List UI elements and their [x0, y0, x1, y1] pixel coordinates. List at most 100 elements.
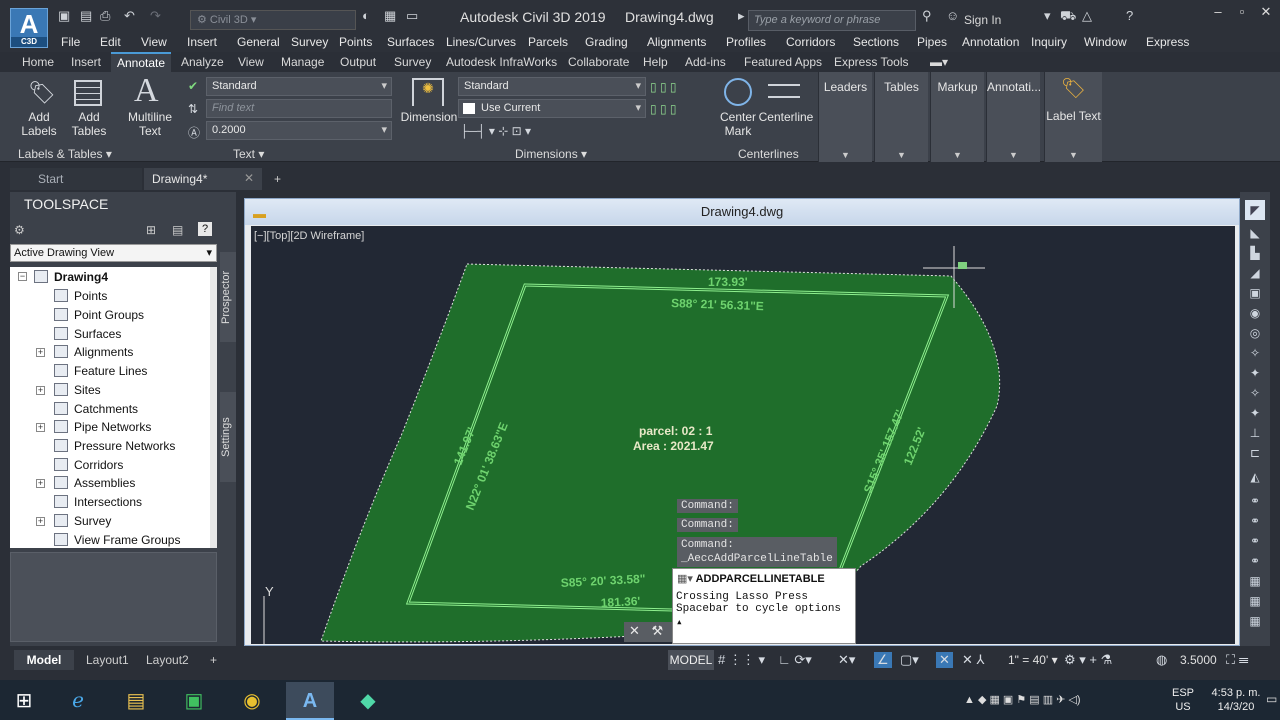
- clock[interactable]: 4:53 p. m. 14/3/20: [1208, 686, 1264, 714]
- panel-text[interactable]: Text ▾: [233, 147, 264, 161]
- tree-scrollbar[interactable]: [210, 267, 217, 548]
- expand-search-icon[interactable]: ▸: [738, 8, 745, 28]
- dim-layer-dropdown[interactable]: Use Current: [458, 99, 646, 118]
- print-icon[interactable]: ⎙: [100, 8, 110, 28]
- undo-icon[interactable]: ↶: [124, 8, 135, 28]
- tree-item-assemblies[interactable]: Assemblies: [54, 476, 135, 490]
- tree-item-corridors[interactable]: Corridors: [54, 458, 123, 472]
- tool-icon[interactable]: ◉: [1248, 306, 1262, 320]
- menu-file[interactable]: File: [61, 35, 80, 49]
- tab-add-ins[interactable]: Add-ins: [685, 55, 726, 69]
- tab-help[interactable]: Help: [643, 55, 668, 69]
- menu-points[interactable]: Points: [339, 35, 372, 49]
- text-height-dropdown[interactable]: 0.2000: [206, 121, 392, 140]
- panel-labels-tables[interactable]: Labels & Tables ▾: [18, 147, 112, 161]
- folder-icon[interactable]: ▭: [406, 8, 418, 28]
- chrome-icon[interactable]: ◉: [228, 682, 276, 720]
- dim-style-dropdown[interactable]: Standard: [458, 77, 646, 96]
- menu-sections[interactable]: Sections: [853, 35, 899, 49]
- menu-corridors[interactable]: Corridors: [786, 35, 835, 49]
- center-mark-button[interactable]: Center Mark: [716, 110, 760, 138]
- store-icon[interactable]: ▣: [170, 682, 218, 720]
- close-button[interactable]: ✕: [1252, 4, 1280, 22]
- tool-icon[interactable]: ▦: [1248, 594, 1262, 608]
- menu-parcels[interactable]: Parcels: [528, 35, 568, 49]
- autoscale-icon[interactable]: ✕ ⅄: [962, 652, 984, 668]
- tree-item-point-groups[interactable]: Point Groups: [54, 308, 144, 322]
- tree-item-points[interactable]: Points: [54, 289, 107, 303]
- tab-view[interactable]: View: [238, 55, 264, 69]
- menu-annotation[interactable]: Annotation: [962, 35, 1019, 49]
- menu-edit[interactable]: Edit: [100, 35, 121, 49]
- tool-icon[interactable]: ✧: [1248, 386, 1262, 400]
- tree-item-sites[interactable]: Sites: [54, 383, 101, 397]
- internet-explorer-icon[interactable]: ℯ: [54, 682, 102, 720]
- add-tables-button[interactable]: Add Tables: [64, 110, 114, 138]
- grid-icon[interactable]: # ⋮⋮ ▾: [718, 652, 765, 668]
- ribbon-toggle-icon[interactable]: ▬▾: [930, 55, 948, 69]
- dimension-button[interactable]: Dimension: [400, 110, 458, 124]
- expand-icon[interactable]: +: [36, 348, 45, 357]
- menu-lines-curves[interactable]: Lines/Curves: [446, 35, 516, 49]
- close-tab-icon[interactable]: ✕: [244, 171, 254, 185]
- tab-prospector[interactable]: Prospector: [220, 252, 236, 342]
- tool-icon[interactable]: ⊏: [1248, 446, 1262, 460]
- redo-icon[interactable]: ↷: [150, 8, 161, 28]
- customize-icon[interactable]: ⚒: [652, 623, 664, 638]
- annotation-visibility-icon[interactable]: ✕: [936, 652, 953, 668]
- tab-settings[interactable]: Settings: [220, 392, 236, 482]
- tab-home[interactable]: Home: [22, 55, 54, 69]
- tool-icon[interactable]: ▣: [1248, 286, 1262, 300]
- tool-icon[interactable]: ▦: [1248, 574, 1262, 588]
- expand-icon[interactable]: +: [36, 479, 45, 488]
- file-tab-drawing4[interactable]: Drawing4* ✕: [144, 168, 262, 190]
- fullscreen-icon[interactable]: ⛶ ☰: [1226, 652, 1248, 668]
- menu-insert[interactable]: Insert: [187, 35, 217, 49]
- menu-alignments[interactable]: Alignments: [647, 35, 706, 49]
- tool-icon[interactable]: ⚭: [1248, 534, 1262, 548]
- tool-icon[interactable]: ◎: [1248, 326, 1262, 340]
- annotation-scale[interactable]: 1" = 40' ▾: [1008, 653, 1058, 667]
- tab-model[interactable]: Model: [14, 650, 74, 670]
- tree-collapse-icon[interactable]: −: [18, 272, 27, 281]
- tab-featured-apps[interactable]: Featured Apps: [744, 55, 822, 69]
- tab-express-tools[interactable]: Express Tools: [834, 55, 908, 69]
- autodesk-a360-icon[interactable]: △: [1082, 8, 1092, 28]
- expand-icon[interactable]: +: [36, 423, 45, 432]
- application-menu-button[interactable]: A C3D: [10, 8, 48, 48]
- cart-icon[interactable]: ⛟: [1060, 8, 1076, 28]
- tree-item-alignments[interactable]: Alignments: [54, 345, 133, 359]
- panel-dimensions[interactable]: Dimensions ▾: [515, 147, 587, 161]
- share-icon[interactable]: ◐: [362, 8, 370, 28]
- markup-panel[interactable]: Markup ▼: [930, 72, 984, 162]
- tool-icon[interactable]: ✧: [1248, 346, 1262, 360]
- language-indicator[interactable]: ESP US: [1172, 686, 1194, 714]
- menu-survey[interactable]: Survey: [291, 35, 328, 49]
- tool-icon[interactable]: ✦: [1248, 406, 1262, 420]
- workspace-gear-icon[interactable]: ⚙ ▾ + ⚗: [1064, 652, 1112, 668]
- binoculars-icon[interactable]: ⚲: [922, 8, 932, 28]
- add-layout-button[interactable]: +: [200, 650, 227, 670]
- tab-annotate[interactable]: Annotate: [111, 52, 172, 72]
- workspace-dropdown[interactable]: ⚙ Civil 3D ▾: [190, 10, 356, 30]
- tool-icon[interactable]: ⚭: [1248, 494, 1262, 508]
- add-labels-button[interactable]: Add Labels: [14, 110, 64, 138]
- toolspace-view-icon[interactable]: ⊞: [146, 223, 156, 237]
- windows-start-icon[interactable]: ⊞: [0, 682, 48, 720]
- centerline-button[interactable]: Centerline: [758, 110, 814, 124]
- tool-icon[interactable]: ⚭: [1248, 514, 1262, 528]
- tab-layout1[interactable]: Layout1: [76, 650, 139, 670]
- tables-panel[interactable]: Tables ▼: [874, 72, 928, 162]
- tool-icon[interactable]: ◣: [1248, 226, 1262, 240]
- open-icon[interactable]: ▣: [58, 8, 70, 28]
- menu-window[interactable]: Window: [1084, 35, 1127, 49]
- expand-icon[interactable]: +: [36, 517, 45, 526]
- tool-icon[interactable]: ◢: [1248, 266, 1262, 280]
- dim-tools-icon[interactable]: ▯ ▯ ▯: [650, 80, 676, 94]
- chevron-down-icon[interactable]: ▾: [1044, 8, 1051, 28]
- menu-profiles[interactable]: Profiles: [726, 35, 766, 49]
- tree-item-pipe-networks[interactable]: Pipe Networks: [54, 420, 151, 434]
- find-text-input[interactable]: Find text: [206, 99, 392, 118]
- tab-manage[interactable]: Manage: [281, 55, 324, 69]
- tree-item-survey[interactable]: Survey: [54, 514, 111, 528]
